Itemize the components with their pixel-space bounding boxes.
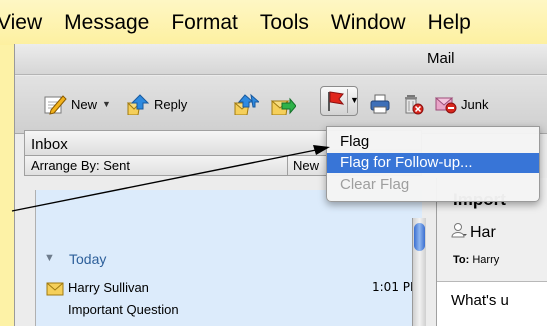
new-dropdown-arrow-icon[interactable]: ▼ <box>102 99 111 109</box>
new-message-icon <box>43 93 67 115</box>
menu-item-flag-for-follow-up[interactable]: Flag for Follow-up... <box>327 153 539 173</box>
delete-icon <box>402 93 424 115</box>
preview-to: To: Harry <box>453 254 499 266</box>
reply-label: Reply <box>154 96 188 112</box>
scrollbar-thumb[interactable] <box>414 223 425 251</box>
reply-button[interactable]: Reply <box>126 92 187 116</box>
person-icon <box>451 222 467 243</box>
delete-button[interactable] <box>402 92 424 116</box>
preview-body: What's u <box>451 292 509 309</box>
print-icon <box>369 93 391 115</box>
arrange-by-button[interactable]: Arrange By: Sent <box>31 158 130 173</box>
message-subject: Important Question <box>68 302 179 317</box>
menu-message[interactable]: Message <box>64 11 149 35</box>
forward-button[interactable] <box>270 92 296 116</box>
sort-order-button[interactable]: New <box>293 158 319 173</box>
preview-to-value: Harry <box>472 254 500 266</box>
forward-icon <box>270 93 296 115</box>
preview-sender-name: Har <box>470 223 496 241</box>
menu-tools[interactable]: Tools <box>260 11 309 35</box>
menu-view[interactable]: View <box>0 11 42 35</box>
menu-item-clear-flag: Clear Flag <box>340 176 410 193</box>
flag-button-divider <box>347 89 348 113</box>
flag-menu: Flag Flag for Follow-up... Clear Flag <box>326 126 540 202</box>
flag-icon <box>325 90 345 117</box>
sort-bar-divider <box>287 156 288 176</box>
flag-dropdown-arrow-icon[interactable]: ▼ <box>350 95 359 105</box>
junk-label: Junk <box>461 96 489 112</box>
junk-icon <box>435 94 457 114</box>
message-list-scrollbar[interactable] <box>412 218 426 326</box>
message-list: ▼ Today Harry Sullivan 1:01 PM Important… <box>35 190 422 326</box>
group-header-today[interactable]: ▼ Today <box>36 250 423 272</box>
junk-button[interactable]: Junk <box>435 92 488 116</box>
preview-to-label: To: <box>453 254 470 266</box>
menu-bar: View Message Format Tools Window Help <box>0 0 547 45</box>
envelope-icon <box>46 282 64 299</box>
menu-window[interactable]: Window <box>331 11 406 35</box>
preview-sender[interactable]: Har <box>451 222 496 243</box>
flag-button[interactable]: ▼ <box>320 86 359 117</box>
menu-help[interactable]: Help <box>428 11 471 35</box>
list-item[interactable]: Harry Sullivan 1:01 PM Important Questio… <box>36 276 423 326</box>
reply-icon <box>126 93 150 115</box>
message-sender: Harry Sullivan <box>68 280 149 295</box>
new-message-button[interactable]: New ▼ <box>43 92 111 116</box>
print-button[interactable] <box>369 92 391 116</box>
disclosure-triangle-icon[interactable]: ▼ <box>44 252 55 264</box>
mailbox-title: Inbox <box>31 136 68 153</box>
window-titlebar[interactable]: Mail <box>15 44 547 75</box>
group-label: Today <box>69 251 107 267</box>
window-title: Mail <box>427 50 455 67</box>
menu-item-flag[interactable]: Flag <box>327 132 539 152</box>
reply-all-button[interactable] <box>233 92 259 116</box>
new-label: New <box>71 96 98 112</box>
menu-format[interactable]: Format <box>171 11 238 35</box>
reply-all-icon <box>233 93 259 115</box>
